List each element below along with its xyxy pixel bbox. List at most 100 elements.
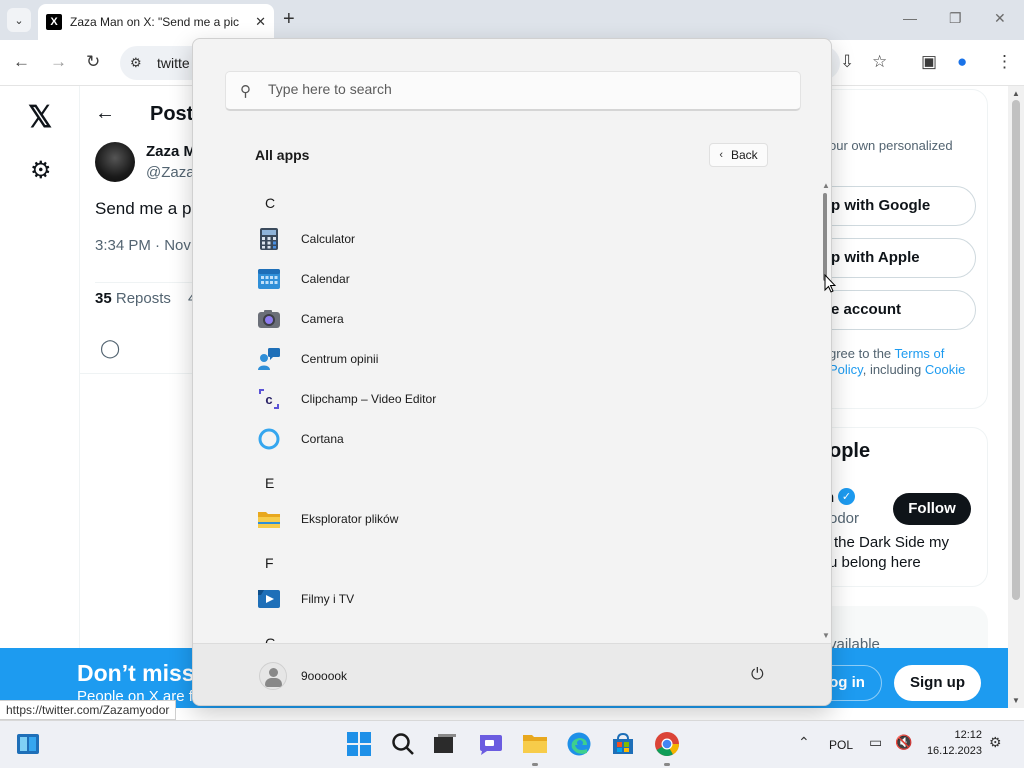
page-scrollbar[interactable]: ▲ ▼ — [1008, 86, 1024, 708]
volume-icon[interactable]: 🔇 — [895, 734, 912, 751]
author-name[interactable]: Zaza M — [146, 143, 196, 160]
new-tab-button[interactable]: + — [283, 8, 295, 30]
bookmark-star-icon[interactable]: ☆ — [872, 52, 887, 72]
scroll-down-icon[interactable]: ▼ — [1012, 696, 1020, 705]
widgets-icon[interactable] — [16, 733, 40, 755]
chevron-down-icon: ⌄ — [14, 14, 24, 27]
back-button-label: Back — [730, 148, 758, 162]
author-avatar[interactable] — [95, 142, 135, 182]
tweet-timestamp[interactable]: 3:34 PM · Nov — [95, 237, 191, 254]
chevron-up-icon[interactable]: ⌃ — [798, 734, 810, 751]
clock-time[interactable]: 12:12 — [940, 729, 982, 741]
start-menu: ⚲ All apps ‹ Back C Calculator Calendar — [192, 38, 832, 706]
search-input[interactable] — [268, 81, 768, 97]
file-explorer-icon[interactable] — [522, 731, 548, 757]
network-icon[interactable]: ▭ — [869, 734, 882, 751]
language-indicator[interactable]: POL — [829, 738, 853, 752]
gear-icon[interactable]: ⚙ — [30, 156, 52, 185]
side-panel-icon[interactable]: ▣ — [921, 52, 937, 72]
minimize-icon[interactable]: — — [903, 10, 917, 26]
taskbar-search-icon[interactable] — [390, 731, 416, 757]
windows-start-icon[interactable] — [346, 731, 372, 757]
back-button[interactable]: ‹ Back — [709, 143, 768, 167]
banner-title: Don’t miss — [77, 660, 195, 686]
app-item-clipchamp[interactable]: c Clipchamp – Video Editor — [245, 381, 805, 417]
all-apps-list: C Calculator Calendar Camera Centrum opi… — [193, 181, 821, 643]
app-item-cortana[interactable]: Cortana — [245, 421, 805, 457]
back-arrow-icon[interactable]: ← — [95, 102, 115, 125]
reply-icon[interactable]: ◯ — [100, 338, 120, 359]
start-menu-footer: 9oooook ⏻ — [193, 643, 831, 705]
policy-text: Policy, including Cookie — [829, 362, 965, 377]
site-info-icon[interactable]: ⚙ — [130, 55, 142, 71]
page-title: Post — [150, 103, 194, 125]
camera-icon — [258, 310, 280, 328]
author-handle[interactable]: @Zaza — [146, 164, 195, 181]
app-list-scroll-thumb[interactable] — [823, 193, 827, 281]
forward-arrow-icon[interactable]: → — [50, 52, 67, 72]
user-name[interactable]: 9oooook — [301, 669, 347, 683]
terms-text: gree to the Terms of — [829, 346, 944, 361]
microsoft-store-icon[interactable] — [610, 731, 636, 757]
menu-kebab-icon[interactable]: ⋮ — [996, 52, 1013, 72]
section-letter[interactable]: F — [265, 555, 274, 571]
close-window-icon[interactable]: ✕ — [994, 10, 1006, 27]
browser-tab[interactable]: X Zaza Man on X: "Send me a pic ✕ — [38, 4, 274, 40]
section-letter[interactable]: G — [265, 635, 276, 643]
section-letter[interactable]: C — [265, 195, 275, 211]
tab-close-icon[interactable]: ✕ — [255, 14, 266, 30]
scroll-up-icon[interactable]: ▲ — [1012, 89, 1020, 98]
teams-chat-icon[interactable] — [477, 731, 503, 757]
policy-mid: , including — [862, 362, 925, 377]
signup-description: our own personalized — [829, 138, 953, 153]
scroll-down-icon[interactable]: ▼ — [822, 631, 830, 640]
signup-button[interactable]: Sign up — [894, 665, 981, 701]
avatar-body — [265, 678, 282, 687]
section-letter[interactable]: E — [265, 475, 274, 491]
clock-date[interactable]: 16.12.2023 — [918, 745, 982, 757]
status-url-bubble: https://twitter.com/Zazamyodor — [0, 700, 177, 720]
clipchamp-icon: c — [259, 389, 279, 409]
suggested-user-bio-line2: u belong here — [829, 554, 921, 571]
back-arrow-icon[interactable]: ← — [13, 52, 30, 72]
app-item-camera[interactable]: Camera — [245, 301, 805, 337]
scroll-up-icon[interactable]: ▲ — [822, 181, 830, 190]
movies-tv-icon — [258, 590, 280, 608]
cookie-link[interactable]: Cookie — [925, 362, 965, 377]
tab-search-button[interactable]: ⌄ — [7, 8, 31, 32]
tab-title: Zaza Man on X: "Send me a pic — [70, 15, 240, 29]
app-item-feedback-hub[interactable]: Centrum opinii — [245, 341, 805, 377]
suggested-user-handle[interactable]: odor — [829, 510, 859, 527]
task-view-icon[interactable] — [432, 731, 458, 757]
who-to-follow-title: ople — [829, 440, 871, 462]
restore-icon[interactable]: ❐ — [949, 10, 962, 27]
app-item-calendar[interactable]: Calendar — [245, 261, 805, 297]
x-logo-icon[interactable]: 𝕏 — [28, 100, 52, 135]
app-item-calculator[interactable]: Calculator — [245, 221, 805, 257]
user-avatar[interactable] — [259, 662, 287, 690]
browser-tab-strip: ⌄ X Zaza Man on X: "Send me a pic ✕ + — … — [0, 0, 1024, 40]
calendar-icon — [258, 269, 280, 289]
app-item-file-explorer[interactable]: Eksplorator plików — [245, 501, 805, 537]
notification-icon[interactable]: ⚙ — [989, 734, 1002, 751]
edge-icon[interactable] — [566, 731, 592, 757]
reload-icon[interactable]: ↻ — [86, 52, 100, 72]
avatar-head — [269, 668, 278, 677]
verified-badge-icon: ✓ — [838, 488, 855, 505]
chrome-icon[interactable] — [654, 731, 680, 757]
all-apps-title: All apps — [255, 147, 310, 163]
page-scroll-thumb[interactable] — [1012, 100, 1020, 600]
terms-link[interactable]: Terms of — [895, 346, 945, 361]
power-icon[interactable]: ⏻ — [751, 666, 764, 684]
install-app-icon[interactable]: ⇩ — [840, 52, 854, 72]
file-explorer-icon — [258, 512, 280, 528]
app-item-movies-tv[interactable]: Filmy i TV — [245, 581, 805, 617]
app-list-scrollbar[interactable]: ▲ ▼ — [822, 181, 830, 643]
start-search-box[interactable]: ⚲ — [225, 71, 801, 111]
follow-button[interactable]: Follow — [893, 493, 971, 525]
policy-link[interactable]: Policy — [829, 362, 863, 377]
profile-icon[interactable]: ● — [957, 52, 967, 72]
cortana-icon — [258, 428, 280, 450]
tweet-text: Send me a p — [95, 199, 192, 218]
reposts-count[interactable]: 35 Reposts — [95, 290, 171, 307]
